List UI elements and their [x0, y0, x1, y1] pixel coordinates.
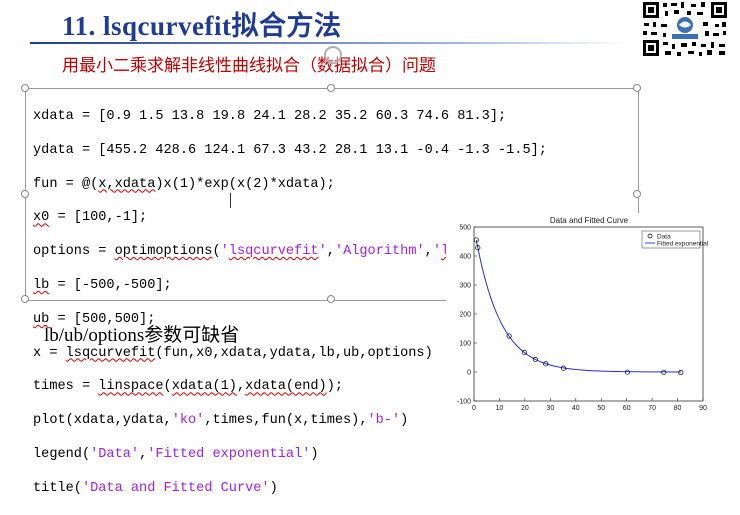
code-line: xdata = [0.9 1.5 13.8 19.8 24.1 28.2 35.…: [33, 108, 507, 124]
slide-subtitle: 用最小二乘求解非线性曲线拟合（数据拟合）问题: [62, 56, 436, 76]
x-tick-label: 90: [699, 405, 707, 412]
resize-handle-top-right[interactable]: [633, 84, 641, 92]
resize-handle-top-left[interactable]: [21, 84, 29, 92]
plot-area: [473, 226, 704, 402]
chart-title: Data and Fitted Curve: [550, 216, 629, 225]
chart-legend: Data Fitted exponential: [641, 230, 709, 249]
plot-figure: Data and Fitted Curve 0 10 20 30 40 50 60 70 80 9…: [446, 213, 718, 413]
resize-handle-left[interactable]: [21, 190, 29, 198]
note-text: lb/ub/options参数可缺省: [44, 325, 240, 346]
x-tick-label: 10: [496, 405, 504, 412]
y-tick-label: 300: [459, 283, 471, 290]
x-tick-label: 0: [472, 405, 476, 412]
mouse-pointer-ring: [324, 46, 342, 64]
y-tick-label: 400: [459, 254, 471, 261]
x-tick-label: 70: [648, 405, 656, 412]
resize-handle-bottom-left[interactable]: [21, 295, 29, 303]
x-tick-label: 40: [572, 405, 580, 412]
chart: Data and Fitted Curve 0 10 20 30 40 50 60 70 80 9…: [457, 216, 709, 412]
legend-label-data: Data: [657, 233, 671, 240]
resize-handle-right[interactable]: [633, 190, 641, 198]
y-tick-label: 100: [459, 341, 471, 348]
code-line: plot(xdata,ydata,'ko',times,fun(x,times)…: [33, 413, 409, 429]
x-tick-label: 30: [546, 405, 554, 412]
x-tick-label: 60: [623, 405, 631, 412]
y-tick-label: -100: [457, 399, 471, 406]
x-tick-label: 80: [674, 405, 682, 412]
code-line: fun = @(x,xdata)x(1)*exp(x(2)*xdata);: [33, 176, 335, 192]
resize-handle-top[interactable]: [327, 84, 335, 92]
text-ibeam-cursor: [230, 193, 232, 208]
code-line: title('Data and Fitted Curve'): [33, 480, 278, 496]
y-tick-label: 200: [459, 312, 471, 319]
slide-title: 11. lsqcurvefit拟合方法: [62, 11, 342, 41]
qr-code-image: [641, 0, 729, 58]
legend-label-fitted: Fitted exponential: [657, 240, 709, 247]
y-tick-label: 500: [459, 225, 471, 232]
code-line: legend('Data','Fitted exponential'): [33, 447, 319, 463]
x-tick-label: 50: [597, 405, 605, 412]
y-tick-label: 0: [467, 370, 471, 377]
code-line: ydata = [455.2 428.6 124.1 67.3 43.2 28.…: [33, 142, 547, 158]
x-tick-label: 20: [521, 405, 529, 412]
title-underline: [30, 42, 630, 44]
